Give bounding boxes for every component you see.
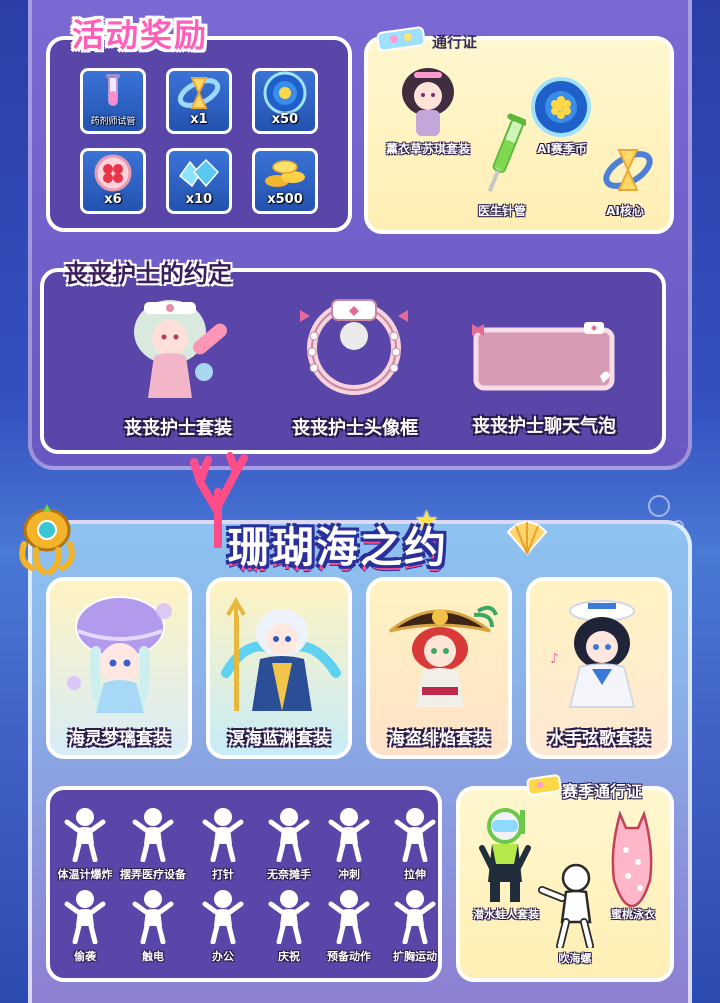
diver-suit-icon[interactable] bbox=[470, 808, 540, 912]
season-pass-item-label: 吹海螺 bbox=[558, 952, 592, 965]
emote-figure-icon bbox=[391, 806, 439, 866]
emote-figure-icon bbox=[129, 888, 177, 948]
costume-card-ocean-king[interactable]: 溟海蓝渊套装 bbox=[206, 577, 352, 759]
emote-item[interactable]: 偷袭 bbox=[52, 888, 118, 964]
peach-swimsuit-icon[interactable] bbox=[602, 810, 662, 914]
pass-title: 通行证 bbox=[432, 33, 478, 51]
emote-item[interactable]: 触电 bbox=[120, 888, 186, 964]
octopus-emblem-icon bbox=[14, 504, 80, 580]
clover-orb-icon bbox=[93, 153, 133, 197]
costume-label: 溟海蓝渊套装 bbox=[228, 729, 330, 749]
nurse-chat-bubble-icon[interactable] bbox=[470, 318, 618, 398]
pirate-suit-icon bbox=[382, 591, 500, 721]
nurse-item-label: 丧丧护士聊天气泡 bbox=[472, 416, 616, 437]
lavender-suit-icon[interactable] bbox=[388, 62, 468, 146]
rewards-title: 活动奖励 bbox=[72, 16, 209, 54]
gold-coins-icon bbox=[263, 155, 307, 195]
emote-figure-icon bbox=[391, 888, 439, 948]
reward-item-potion-tube[interactable]: 药剂师试管 bbox=[80, 68, 146, 134]
emote-item[interactable]: 体温计爆炸 bbox=[52, 806, 118, 882]
pass-item-label: 薰衣草苏琪套装 bbox=[385, 142, 470, 156]
reward-item-qty: x500 bbox=[267, 192, 303, 207]
emote-item[interactable]: 摆弄医疗设备 bbox=[120, 806, 186, 882]
ocean-king-suit-icon bbox=[220, 593, 342, 723]
blue-gem-cluster-icon bbox=[176, 156, 222, 194]
emote-label: 扩胸运动 bbox=[393, 950, 437, 963]
nurse-avatar-frame-icon[interactable] bbox=[292, 296, 416, 404]
reward-item-qty: x6 bbox=[104, 192, 122, 207]
bubble-decoration bbox=[648, 495, 670, 517]
nurse-item-label: 丧丧护士头像框 bbox=[292, 418, 418, 439]
emote-figure-icon bbox=[325, 888, 373, 948]
shell-icon bbox=[506, 518, 548, 560]
season-pass-item-label: 蜜桃泳衣 bbox=[611, 908, 655, 921]
conch-blow-icon[interactable] bbox=[536, 862, 606, 952]
reward-item-clover-orb[interactable]: x6 bbox=[80, 148, 146, 214]
nurse-item-label: 丧丧护士套装 bbox=[124, 418, 232, 439]
emote-figure-icon bbox=[61, 888, 109, 948]
emote-figure-icon bbox=[265, 888, 313, 948]
reward-item-qty: x1 bbox=[190, 112, 208, 127]
pass-item-label: 医生针管 bbox=[477, 204, 526, 218]
reward-item-label: 药剂师试管 bbox=[90, 117, 136, 127]
costume-card-sailor[interactable]: ♪ 水手弦歌套装 bbox=[526, 577, 672, 759]
emote-figure-icon bbox=[129, 806, 177, 866]
reward-item-gold-coins[interactable]: x500 bbox=[252, 148, 318, 214]
costume-label: 海盗绯焰套装 bbox=[388, 729, 490, 749]
emote-figure-icon bbox=[61, 806, 109, 866]
coral-title: 珊瑚海之约 bbox=[228, 523, 449, 572]
reward-item-season-coin[interactable]: x50 bbox=[252, 68, 318, 134]
potion-tube-icon bbox=[98, 73, 128, 117]
emote-figure-icon bbox=[199, 806, 247, 866]
nurse-suit-icon[interactable] bbox=[114, 292, 240, 416]
ai-core-icon[interactable] bbox=[600, 140, 656, 204]
season-pass-title: 赛季通行证 bbox=[562, 782, 643, 801]
season-coin-icon[interactable] bbox=[530, 76, 592, 142]
emote-label: 拉伸 bbox=[404, 868, 426, 881]
syringe-icon[interactable] bbox=[482, 110, 530, 206]
costume-label: 海灵梦璃套装 bbox=[68, 729, 170, 749]
reward-item-qty: x10 bbox=[185, 192, 213, 207]
emote-figure-icon bbox=[265, 806, 313, 866]
svg-text:♪: ♪ bbox=[550, 651, 559, 667]
emote-figure-icon bbox=[325, 806, 373, 866]
emote-item[interactable]: 拉伸 bbox=[382, 806, 448, 882]
costume-card-pirate[interactable]: 海盗绯焰套装 bbox=[366, 577, 512, 759]
pass-item-label: AI赛季币 bbox=[537, 142, 587, 156]
emote-item[interactable]: 扩胸运动 bbox=[382, 888, 448, 964]
jellyfish-suit-icon bbox=[64, 591, 176, 723]
costume-label: 水手弦歌套装 bbox=[548, 729, 650, 749]
emote-figure-icon bbox=[199, 888, 247, 948]
costume-card-jellyfish[interactable]: 海灵梦璃套装 bbox=[46, 577, 192, 759]
sailor-suit-icon: ♪ bbox=[544, 593, 658, 723]
nurse-title: 丧丧护士的约定 bbox=[64, 260, 232, 288]
pass-item-label: AI核心 bbox=[606, 204, 644, 218]
season-pass-ticket-icon bbox=[526, 774, 562, 800]
reward-item-hourglass[interactable]: x1 bbox=[166, 68, 232, 134]
reward-item-qty: x50 bbox=[271, 112, 299, 127]
pass-ticket-icon bbox=[376, 26, 426, 56]
reward-item-gem-cluster[interactable]: x10 bbox=[166, 148, 232, 214]
